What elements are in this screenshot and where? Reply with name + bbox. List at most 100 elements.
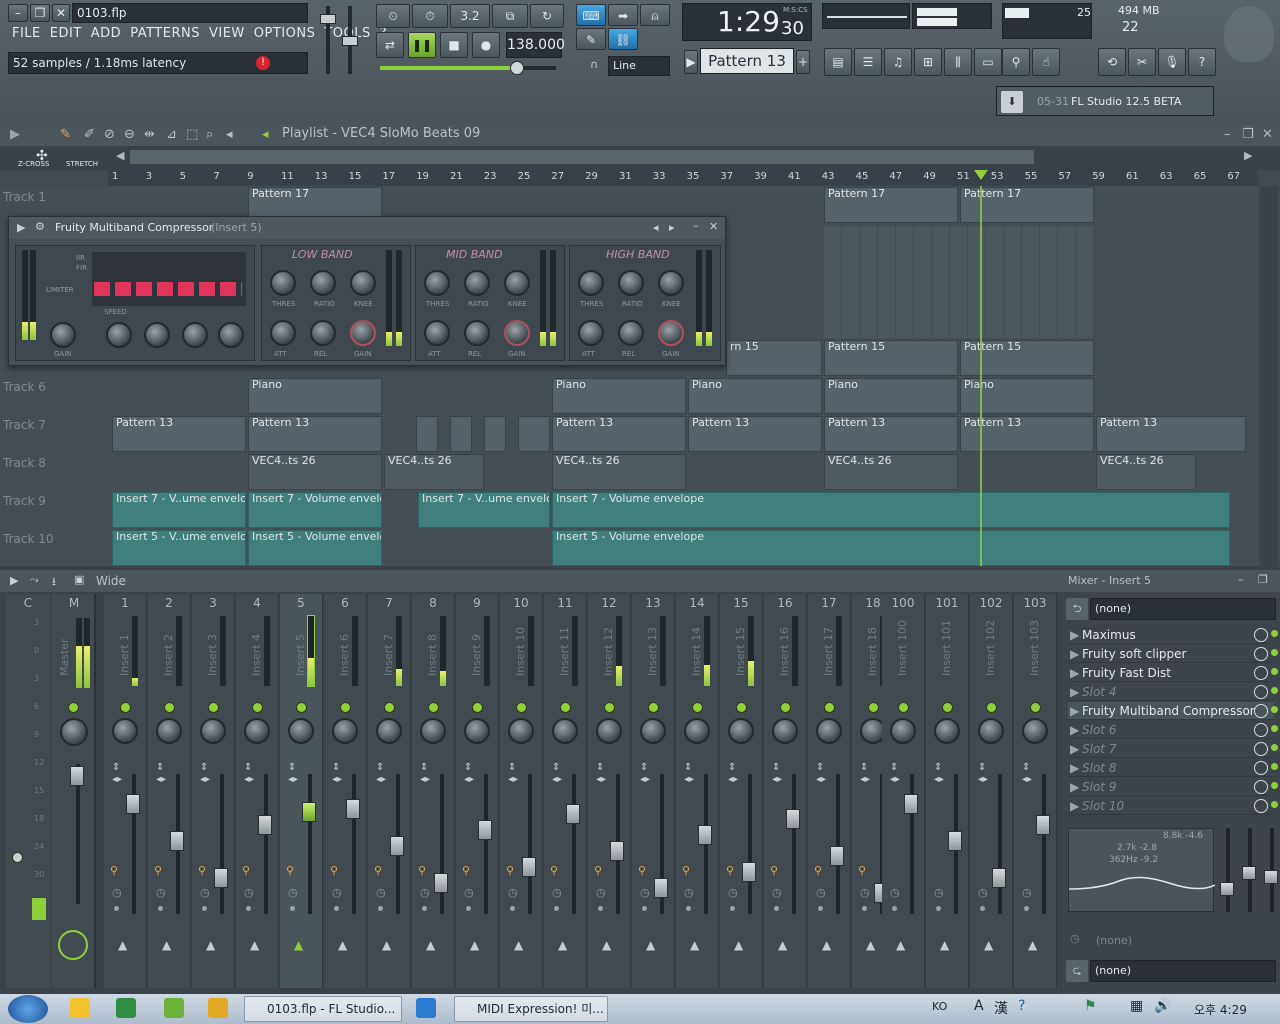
strip-stereo-icon[interactable]: ⇕ [552,762,560,773]
strip-recording-icon[interactable]: ⚲ [506,864,514,877]
mixer-strip[interactable]: 6 Insert 6 ⇕ ◂▸ ⚲ ◷ ▲ [324,594,367,988]
strip-pan-knob[interactable] [244,718,270,744]
strip-route-icon[interactable]: ▲ [250,938,259,952]
crossover-knob-2[interactable] [144,322,170,348]
piano-roll-icon[interactable]: ♫ [884,48,912,76]
master-pitch-handle[interactable] [342,36,358,46]
strip-mute-led[interactable] [384,702,395,713]
mid-gain-knob[interactable] [504,320,530,346]
playlist-close-icon[interactable]: ✕ [1262,127,1273,142]
strip-clock-icon[interactable]: ◷ [1022,886,1032,899]
strip-pan-knob[interactable] [728,718,754,744]
slot-enable-led[interactable] [1271,744,1278,751]
strip-swap-icon[interactable]: ◂▸ [860,774,870,785]
strip-swap-icon[interactable]: ◂▸ [640,774,650,785]
strip-mute-led[interactable] [120,702,131,713]
taskbar-fl-studio[interactable]: 0103.flp - FL Studio... [244,996,402,1022]
effect-slot[interactable]: ▶ Fruity soft clipper [1068,645,1278,663]
slot-menu-icon[interactable]: ▶ [1070,759,1079,777]
clip-pattern-13-short[interactable] [518,416,550,452]
plugin-menu-icon[interactable]: ▶ [17,221,25,234]
menu-file[interactable]: FILE [12,26,41,41]
strip-stereo-icon[interactable]: ⇕ [200,762,208,773]
tray-icon[interactable]: ⚑ [1084,998,1097,1014]
mixer-strip[interactable]: 4 Insert 4 ⇕ ◂▸ ⚲ ◷ ▲ [236,594,279,988]
itunes-icon[interactable] [416,998,436,1018]
slice-tool-icon[interactable]: ⊿ [166,127,177,142]
strip-dot[interactable] [466,906,471,911]
strip-swap-icon[interactable]: ◂▸ [890,774,900,785]
clip-pattern-13[interactable]: Pattern 13 [112,416,246,452]
menu-options[interactable]: OPTIONS [254,26,316,41]
strip-recording-icon[interactable]: ⚲ [198,864,206,877]
strip-pan-knob[interactable] [552,718,578,744]
strip-fader[interactable] [170,831,184,851]
strip-fader[interactable] [830,846,844,866]
mixer-strip[interactable]: 1 Insert 1 ⇕ ◂▸ ⚲ ◷ ▲ [104,594,147,988]
slot-mix-knob[interactable] [1254,761,1268,775]
slot-menu-icon[interactable]: ▶ [1070,778,1079,796]
strip-dot[interactable] [642,906,647,911]
strip-route-icon[interactable]: ▲ [602,938,611,952]
effect-slot[interactable]: ▶ Slot 9 [1068,778,1278,796]
start-button[interactable] [8,995,48,1023]
strip-recording-icon[interactable]: ⚲ [770,864,778,877]
strip-dot[interactable] [892,906,897,911]
mixer-strip[interactable]: 100 Insert 100 ⇕ ◂▸ ◷ ▲ [882,594,925,988]
strip-clock-icon[interactable]: ◷ [934,886,944,899]
clip-pattern-13-short[interactable] [484,416,506,452]
strip-swap-icon[interactable]: ◂▸ [376,774,386,785]
effect-slot[interactable]: ▶ Slot 4 [1068,683,1278,701]
effect-slot[interactable]: ▶ Slot 7 [1068,740,1278,758]
mixer-icon[interactable]: ⫼ [944,48,972,76]
link-icon[interactable]: ⛓ [608,28,638,50]
slot-enable-led[interactable] [1271,763,1278,770]
close-icon[interactable]: ✕ [52,4,70,22]
mixer-layout-icon[interactable]: ▣ [74,573,84,586]
mid-thres-knob[interactable] [424,270,450,296]
plugin-picker-icon[interactable]: ⚲ [1002,48,1030,76]
clip-pattern-13[interactable]: Pattern 13 [552,416,686,452]
slot-enable-led[interactable] [1271,687,1278,694]
strip-mute-led[interactable] [898,702,909,713]
strip-swap-icon[interactable]: ◂▸ [772,774,782,785]
master-mute-led[interactable] [68,702,79,713]
preset-next-icon[interactable]: ▸ [669,221,675,234]
strip-stereo-icon[interactable]: ⇕ [112,762,120,773]
strip-mute-led[interactable] [824,702,835,713]
strip-swap-icon[interactable]: ◂▸ [728,774,738,785]
strip-recording-icon[interactable]: ⚲ [418,864,426,877]
strip-pan-knob[interactable] [508,718,534,744]
high-thres-knob[interactable] [578,270,604,296]
strip-clock-icon[interactable]: ◷ [860,886,870,899]
song-pattern-toggle-icon[interactable]: ⇄ [376,32,404,58]
strip-mute-led[interactable] [648,702,659,713]
mixer-strip[interactable]: 17 Insert 17 ⇕ ◂▸ ⚲ ◷ ▲ [808,594,851,988]
strip-recording-icon[interactable]: ⚲ [374,864,382,877]
excel-icon[interactable] [116,998,136,1018]
slot-mix-knob[interactable] [1254,647,1268,661]
strip-stereo-icon[interactable]: ⇕ [772,762,780,773]
crossover-graph[interactable] [92,252,246,306]
clip-pattern-15[interactable]: Pattern 15 [824,340,958,376]
slot-enable-led[interactable] [1271,801,1278,808]
strip-mute-led[interactable] [472,702,483,713]
strip-clock-icon[interactable]: ◷ [200,886,210,899]
mixer-strip[interactable]: 101 Insert 101 ⇕ ◂▸ ◷ ▲ [926,594,969,988]
strip-mute-led[interactable] [780,702,791,713]
step-edit-icon[interactable]: ➡ [608,4,638,26]
tempo-display[interactable]: 138.000 [506,32,565,58]
strip-dot[interactable] [378,906,383,911]
touch-controller-icon[interactable]: ☝ [1032,48,1060,76]
mixer-menu-icon[interactable]: ▶ [10,574,18,587]
clip-pattern-17[interactable]: Pattern 17 [824,187,958,223]
strip-stereo-icon[interactable]: ⇕ [934,762,942,773]
strip-dot[interactable] [334,906,339,911]
strip-recording-icon[interactable]: ⚲ [242,864,250,877]
paint-tool-icon[interactable]: ✐ [84,127,95,142]
strip-clock-icon[interactable]: ◷ [978,886,988,899]
minimize-icon[interactable]: – [8,4,28,22]
mixer-strip[interactable]: 7 Insert 7 ⇕ ◂▸ ⚲ ◷ ▲ [368,594,411,988]
strip-stereo-icon[interactable]: ⇕ [978,762,986,773]
effect-slot[interactable]: ▶ Slot 10 [1068,797,1278,815]
